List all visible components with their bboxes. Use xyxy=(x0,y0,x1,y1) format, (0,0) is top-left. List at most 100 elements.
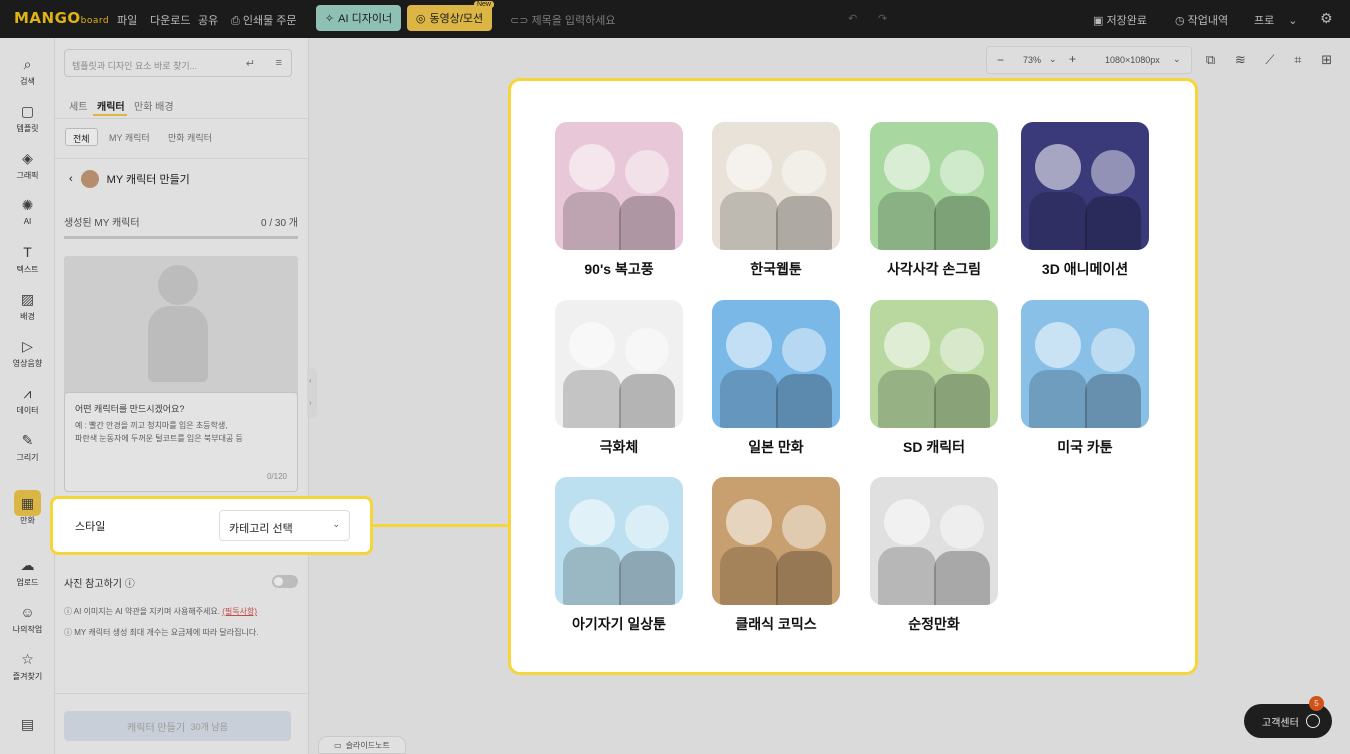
style-classic-comics-thumbnail[interactable] xyxy=(712,477,840,605)
zoom-toolbar: − 73% ⌄ + 1080×1080px ⌄ xyxy=(986,46,1192,74)
notification-badge: 5 xyxy=(1309,696,1324,711)
style-american-cartoon-label[interactable]: 미국 카툰 xyxy=(1005,437,1165,457)
template-icon: ▢ xyxy=(20,103,35,119)
slide-notes-tab[interactable]: ▭ 슬라이드노트 xyxy=(318,736,406,754)
filter-icon[interactable]: ≡ xyxy=(276,57,282,69)
resize-icon[interactable]: ⧉ xyxy=(1206,52,1215,68)
character-figure xyxy=(776,374,832,428)
chevron-down-icon[interactable]: ⌄ xyxy=(1173,54,1181,65)
character-figure xyxy=(720,370,778,428)
tab-set[interactable]: 세트 xyxy=(69,98,87,113)
menu-file[interactable]: 파일 xyxy=(117,12,137,28)
video-motion-button[interactable]: ◎ 동영상/모션 New xyxy=(407,1,494,31)
character-figure xyxy=(878,370,936,428)
my-character-header[interactable]: ‹ MY 캐릭터 만들기 xyxy=(69,170,190,188)
ai-designer-button[interactable]: ✧ AI 디자이너 xyxy=(316,5,401,31)
grid-icon[interactable]: ⊞ xyxy=(1321,52,1332,68)
style-gekiga-label[interactable]: 극화체 xyxy=(539,437,699,457)
rail-item-text[interactable]: T 텍스트 xyxy=(0,244,55,275)
rail-item-data[interactable]: ⩘ 데이터 xyxy=(0,385,55,416)
style-cute-daily-toon-thumbnail[interactable] xyxy=(555,477,683,605)
menu-print-order[interactable]: ⎙ 인쇄물 주문 xyxy=(231,12,297,28)
clock-icon: ◷ xyxy=(1175,15,1188,27)
trash-icon[interactable]: ▤ xyxy=(0,716,55,736)
menu-share[interactable]: 공유 xyxy=(198,12,218,28)
style-korean-webtoon-thumbnail[interactable] xyxy=(712,122,840,250)
help-icon[interactable]: ⓘ xyxy=(125,579,135,590)
style-90s-retro-label[interactable]: 90's 복고풍 xyxy=(539,259,699,279)
layers-icon[interactable]: ≋ xyxy=(1235,52,1246,68)
style-gekiga-thumbnail[interactable] xyxy=(555,300,683,428)
subtab-comic-character[interactable]: 만화 캐릭터 xyxy=(161,128,219,146)
search-icon: ⌕ xyxy=(23,56,32,72)
undo-icon[interactable]: ↶ xyxy=(848,12,857,25)
style-japanese-manga-thumbnail[interactable] xyxy=(712,300,840,428)
style-3d-animation-thumbnail[interactable] xyxy=(1021,122,1149,250)
make-character-button[interactable]: 캐릭터 만들기 30개 남음 xyxy=(64,711,291,741)
style-american-cartoon-thumbnail[interactable] xyxy=(1021,300,1149,428)
character-figure xyxy=(720,192,778,250)
character-figure xyxy=(884,322,930,368)
canvas-size[interactable]: 1080×1080px xyxy=(1105,55,1160,65)
style-hand-drawn-thumbnail[interactable] xyxy=(870,122,998,250)
character-figure xyxy=(940,150,984,194)
character-figure xyxy=(1029,370,1087,428)
canvas-tools: ⧉ ≋ ⟋ ⌗ ⊞ xyxy=(1196,46,1342,74)
rail-item-search[interactable]: ⌕ 검색 xyxy=(0,56,55,87)
subtab-all[interactable]: 전체 xyxy=(65,128,98,146)
chevron-left-icon[interactable]: ‹ xyxy=(69,173,73,185)
rail-item-mywork[interactable]: ☺ 나의작업 xyxy=(0,604,55,635)
style-sd-character-label[interactable]: SD 캐릭터 xyxy=(854,437,1014,457)
rail-item-upload[interactable]: ☁ 업로드 xyxy=(0,557,55,588)
style-korean-webtoon-label[interactable]: 한국웹툰 xyxy=(696,259,856,279)
style-shoujo-manga-thumbnail[interactable] xyxy=(870,477,998,605)
photo-reference-toggle[interactable] xyxy=(272,575,298,588)
character-figure xyxy=(1035,144,1081,190)
style-category-select[interactable]: 카테고리 선택 ⌄ xyxy=(219,510,350,541)
rail-item-comic[interactable]: ▦ 만화 xyxy=(0,495,55,526)
plan-menu[interactable]: 프로 ⌄ xyxy=(1254,12,1297,28)
character-figure xyxy=(619,374,675,428)
subtab-my-character[interactable]: MY 캐릭터 xyxy=(102,128,157,146)
chevron-down-icon: ⌄ xyxy=(332,519,340,529)
zoom-level[interactable]: 73% xyxy=(1023,55,1041,65)
tab-comic-background[interactable]: 만화 배경 xyxy=(134,98,174,113)
rail-item-graphic[interactable]: ◈ 그래픽 xyxy=(0,150,55,181)
style-cute-daily-toon-label[interactable]: 아기자기 일상툰 xyxy=(539,614,699,634)
chevron-down-icon[interactable]: ⌄ xyxy=(1049,54,1057,65)
zoom-out-icon[interactable]: − xyxy=(997,53,1004,67)
placeholder-figure-head xyxy=(158,265,198,305)
tab-character[interactable]: 캐릭터 xyxy=(97,98,125,113)
help-center-button[interactable]: 고객센터 5 xyxy=(1244,696,1332,738)
rail-item-background[interactable]: ▨ 배경 xyxy=(0,291,55,322)
style-hand-drawn-label[interactable]: 사각사각 손그림 xyxy=(854,259,1014,279)
prompt-example: 파란색 눈동자에 두꺼운 털코트를 입은 북부대공 등 xyxy=(75,434,243,443)
rail-item-favorite[interactable]: ☆ 즐겨찾기 xyxy=(0,651,55,682)
video-icon: ▷ xyxy=(22,338,33,354)
ruler-icon[interactable]: ⟋ xyxy=(1265,52,1274,68)
redo-icon[interactable]: ↷ xyxy=(878,12,887,25)
style-japanese-manga-label[interactable]: 일본 만화 xyxy=(696,437,856,457)
logo[interactable]: MANGOboard xyxy=(14,9,109,27)
collapse-panel-handle[interactable]: ‹ › xyxy=(307,368,317,418)
rail-item-ai[interactable]: ✺ AI xyxy=(0,197,55,226)
required-reading-link[interactable]: (필독사항) xyxy=(222,607,257,616)
history-button[interactable]: ◷ 작업내역 xyxy=(1175,12,1228,28)
rail-item-template[interactable]: ▢ 템플릿 xyxy=(0,103,55,134)
menu-download[interactable]: 다운로드 xyxy=(150,12,190,28)
character-prompt-textarea[interactable]: 어떤 캐릭터를 만드시겠어요? 예 : 빨간 안경을 끼고 청치마를 입은 초등… xyxy=(64,392,298,492)
crop-icon[interactable]: ⌗ xyxy=(1294,52,1301,68)
search-input[interactable]: 템플릿과 디자인 요소 바로 찾기... ↵ ≡ xyxy=(64,49,292,77)
settings-gear-icon[interactable]: ⚙ xyxy=(1320,10,1333,27)
zoom-in-icon[interactable]: + xyxy=(1069,52,1076,66)
title-input[interactable]: ⊂⊃ 제목을 입력하세요 xyxy=(510,12,616,28)
style-shoujo-manga-label[interactable]: 순정만화 xyxy=(854,614,1014,634)
style-90s-retro-thumbnail[interactable] xyxy=(555,122,683,250)
character-figure xyxy=(1085,374,1141,428)
style-sd-character-thumbnail[interactable] xyxy=(870,300,998,428)
rail-item-video[interactable]: ▷ 영상음향 xyxy=(0,338,55,369)
rail-item-draw[interactable]: ✎ 그리기 xyxy=(0,432,55,463)
style-classic-comics-label[interactable]: 클래식 코믹스 xyxy=(696,614,856,634)
photo-reference-label: 사진 참고하기 ⓘ xyxy=(64,579,135,590)
style-3d-animation-label[interactable]: 3D 애니메이션 xyxy=(1005,259,1165,279)
